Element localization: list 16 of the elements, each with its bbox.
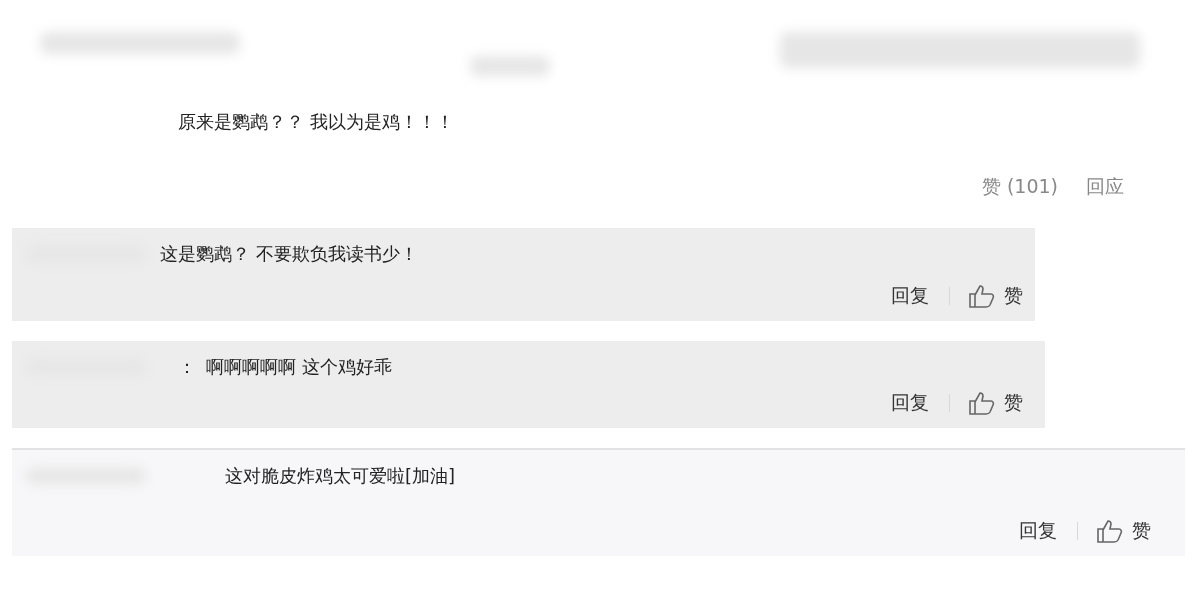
colon-text: ： (178, 355, 196, 379)
like-button[interactable]: 赞 (1004, 390, 1023, 416)
like-button[interactable]: 赞 (1004, 283, 1023, 309)
reply-text: 这是鹦鹉？ 不要欺负我读书少！ (160, 242, 418, 266)
like-count-button[interactable]: 赞 (101) (981, 174, 1058, 200)
reply-text: 啊啊啊啊啊 这个鸡好乖 (206, 355, 392, 379)
reply-button[interactable]: 回复 (891, 283, 929, 309)
reply-button[interactable]: 回应 (1086, 174, 1124, 200)
reply-button[interactable]: 回复 (1019, 518, 1057, 544)
thumbs-up-icon[interactable] (968, 390, 996, 416)
thumbs-up-icon[interactable] (968, 283, 996, 309)
reply-text: 这对脆皮炸鸡太可爱啦[加油] (225, 464, 456, 488)
reply-button[interactable]: 回复 (891, 390, 929, 416)
like-button[interactable]: 赞 (1132, 518, 1151, 544)
thumbs-up-icon[interactable] (1096, 518, 1124, 544)
comment-text: 原来是鹦鹉？？ 我以为是鸡！！！ (177, 110, 455, 134)
